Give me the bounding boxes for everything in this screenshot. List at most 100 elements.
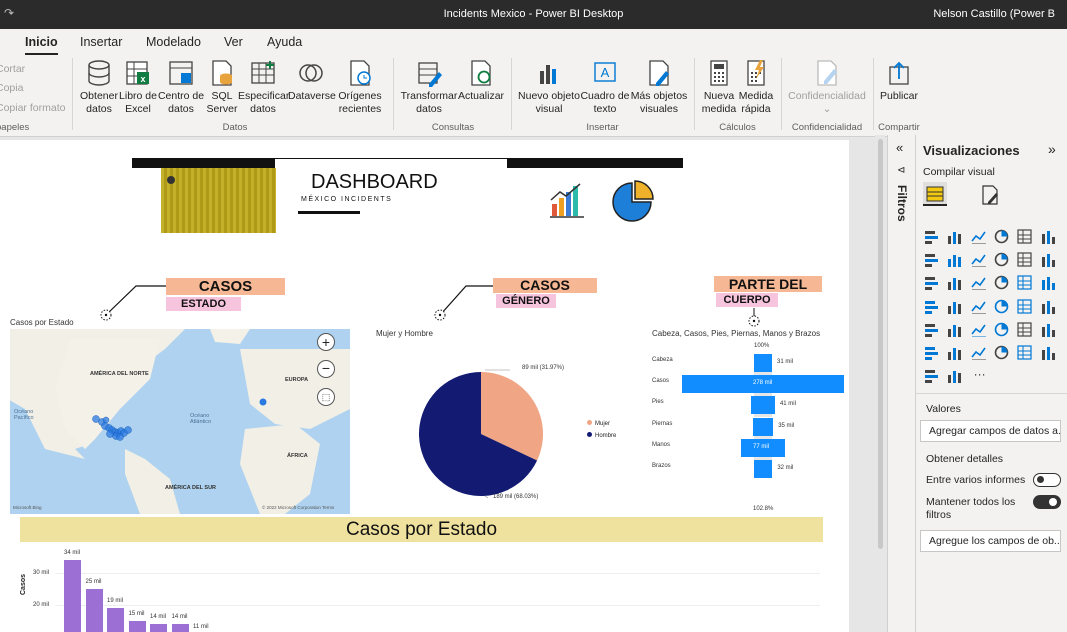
user-name[interactable]: Nelson Castillo (Power B — [933, 8, 1055, 20]
report-canvas[interactable]: DASHBOARD MÉXICO INCIDENTS CASOS ESTADO … — [0, 140, 849, 632]
cut-button[interactable]: Cortar — [0, 63, 25, 75]
funnel-chart[interactable]: Cabeza 31 mil Casos 278 mil Pies 41 mil Pierna… — [652, 354, 849, 494]
header-bar — [132, 158, 275, 168]
visual-type-icon[interactable] — [1016, 344, 1032, 360]
dataverse-button[interactable]: Dataverse — [288, 59, 336, 103]
visual-type-icon[interactable] — [1040, 274, 1056, 291]
visual-type-icon[interactable] — [946, 298, 962, 314]
visual-type-icon[interactable] — [1040, 298, 1056, 314]
visual-type-icon[interactable] — [1016, 251, 1032, 267]
get-data-button[interactable]: Obtener datos — [78, 59, 120, 116]
visual-type-icon[interactable] — [970, 298, 986, 314]
pie-chart[interactable] — [370, 350, 610, 520]
visual-type-icon[interactable] — [923, 344, 939, 360]
text-box-button[interactable]: A Cuadro de texto — [580, 59, 630, 116]
collapse-icon[interactable]: « — [896, 140, 903, 155]
visual-type-icon[interactable] — [993, 321, 1009, 337]
visual-type-icon[interactable] — [993, 344, 1009, 360]
visual-type-icon[interactable] — [970, 274, 986, 291]
visual-type-icon[interactable] — [993, 228, 1009, 244]
visual-type-icon[interactable] — [946, 228, 962, 244]
filters-pane[interactable]: « ⊲ Filtros — [887, 135, 915, 632]
recent-sources-button[interactable]: Orígenes recientes — [334, 59, 386, 116]
visual-type-icon[interactable] — [946, 251, 962, 268]
map-visual[interactable]: AMÉRICA DEL NORTE EUROPA Océano Pacífico… — [10, 329, 350, 514]
map-select-icon[interactable]: ⬚ — [317, 388, 335, 406]
visual-type-icon[interactable] — [1016, 274, 1032, 290]
visual-type-icon[interactable] — [946, 344, 962, 360]
drillthrough-well[interactable]: Agregue los campos de ob... — [920, 530, 1061, 552]
copy-button[interactable]: Copia — [0, 82, 23, 94]
visual-type-icon[interactable] — [946, 274, 962, 291]
visual-type-icon[interactable] — [923, 274, 939, 291]
cross-report-toggle[interactable] — [1033, 473, 1061, 487]
visual-type-icon[interactable] — [1040, 344, 1056, 360]
quick-measure-button[interactable]: Medida rápida — [736, 59, 776, 116]
tab-insertar[interactable]: Insertar — [80, 35, 122, 49]
visual-type-icon[interactable] — [970, 251, 986, 268]
visual-type-icon[interactable] — [970, 344, 986, 360]
visual-type-icon[interactable] — [970, 321, 986, 337]
visual-type-icon[interactable] — [923, 298, 939, 314]
funnel-value-label: 278 mil — [753, 380, 773, 387]
new-visual-button[interactable]: Nuevo objeto visual — [516, 59, 582, 116]
excel-button[interactable]: x Libro de Excel — [118, 59, 158, 116]
estado-bar[interactable] — [150, 624, 167, 632]
estado-bar[interactable] — [64, 560, 81, 632]
more-visuals-button[interactable]: Más objetos visuales — [630, 59, 688, 116]
estado-bar[interactable] — [128, 621, 146, 632]
new-measure-button[interactable]: Nueva medida — [699, 59, 739, 116]
visual-type-icon[interactable] — [993, 251, 1009, 267]
values-label: Valores — [926, 403, 961, 415]
visual-type-icon[interactable] — [923, 367, 939, 384]
visual-type-icon[interactable] — [923, 228, 939, 244]
publish-button[interactable]: Publicar — [878, 59, 920, 103]
tab-inicio[interactable]: Inicio — [25, 35, 58, 55]
estado-bar[interactable] — [171, 624, 189, 632]
database-icon — [88, 60, 110, 86]
canvas-scrollbar[interactable] — [875, 135, 885, 632]
transform-data-button[interactable]: Transformar datos — [400, 59, 458, 116]
sensitivity-button[interactable]: Confidencialidad ⌄ — [786, 59, 868, 116]
data-hub-button[interactable]: Centro de datos — [157, 59, 205, 116]
visual-gallery[interactable]: ··· — [923, 228, 1063, 388]
estado-bar-chart[interactable]: 34 mil 25 mil 19 mil 15 mil 14 mil 14 mil 11 m… — [60, 540, 360, 632]
visual-type-icon[interactable] — [1040, 251, 1056, 268]
enter-data-button[interactable]: Especificar datos — [238, 59, 289, 116]
map-bubbles[interactable] — [90, 414, 150, 454]
group-label-datos: Datos — [222, 122, 248, 133]
visual-type-icon[interactable] — [946, 367, 962, 384]
visual-type-icon[interactable] — [1040, 228, 1056, 244]
funnel-bar[interactable] — [751, 396, 775, 415]
tab-ver[interactable]: Ver — [224, 35, 243, 49]
zoom-out-button[interactable]: − — [317, 360, 335, 378]
estado-bar[interactable] — [107, 608, 124, 632]
visual-type-icon[interactable] — [993, 298, 1009, 314]
expand-icon[interactable]: » — [1048, 141, 1056, 157]
funnel-bar[interactable] — [752, 417, 774, 436]
visual-type-icon[interactable] — [946, 321, 962, 337]
build-visual-tab[interactable] — [923, 182, 947, 206]
format-painter-button[interactable]: Copiar formato — [0, 102, 65, 114]
more-visuals-icon[interactable]: ··· — [974, 367, 986, 381]
visual-type-icon[interactable] — [1040, 321, 1056, 337]
funnel-bar[interactable] — [753, 460, 773, 478]
sql-server-button[interactable]: SQL Server — [204, 59, 240, 116]
visual-type-icon[interactable] — [1016, 321, 1032, 337]
visual-type-icon[interactable] — [993, 274, 1009, 290]
funnel-value-label: 31 mil — [777, 359, 794, 365]
visual-type-icon[interactable] — [923, 321, 939, 337]
visual-type-icon[interactable] — [1016, 298, 1032, 314]
funnel-bar[interactable] — [753, 354, 773, 372]
tab-modelado[interactable]: Modelado — [146, 35, 201, 49]
refresh-button[interactable]: Actualizar — [457, 59, 505, 103]
values-well[interactable]: Agregar campos de datos a... — [920, 420, 1061, 442]
zoom-in-button[interactable]: + — [317, 333, 335, 351]
estado-bar[interactable] — [85, 589, 103, 632]
keep-filters-toggle[interactable] — [1033, 495, 1061, 509]
visual-type-icon[interactable] — [1016, 228, 1032, 244]
format-visual-icon[interactable] — [979, 184, 1001, 206]
visual-type-icon[interactable] — [923, 251, 939, 268]
tab-ayuda[interactable]: Ayuda — [267, 35, 302, 49]
visual-type-icon[interactable] — [970, 228, 986, 244]
